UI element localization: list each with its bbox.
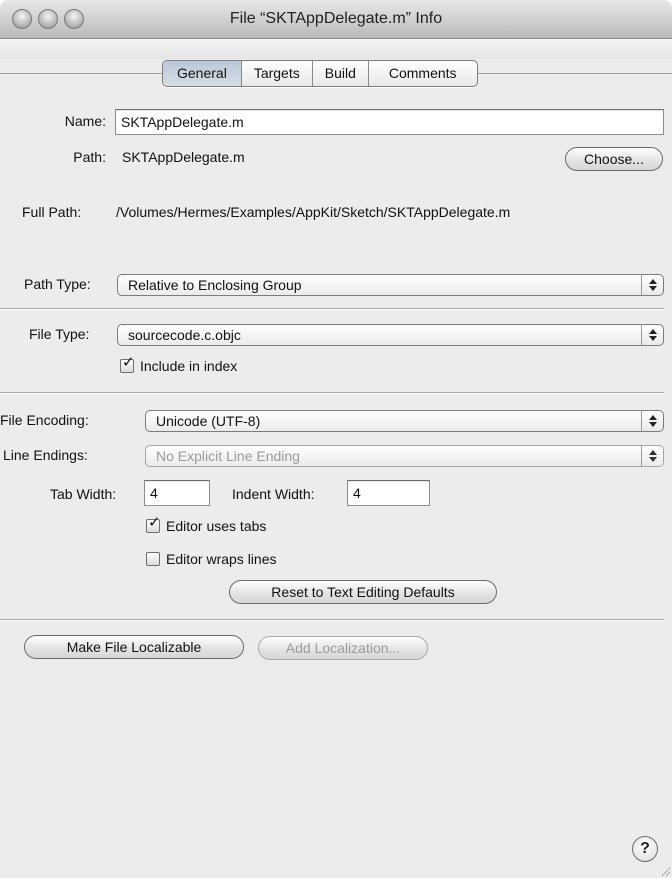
popup-arrows-icon [641, 324, 663, 346]
file-encoding-label: File Encoding: [0, 412, 89, 428]
popup-arrows-icon [641, 445, 663, 467]
reset-to-defaults-button[interactable]: Reset to Text Editing Defaults [229, 580, 497, 604]
tab-general[interactable]: General [163, 61, 242, 86]
file-encoding-value: Unicode (UTF-8) [156, 413, 261, 429]
indent-width-label: Indent Width: [232, 486, 315, 502]
include-in-index-checkbox[interactable]: ✓ [120, 354, 135, 373]
window-title: File “SKTAppDelegate.m” Info [229, 10, 443, 27]
include-in-index-row[interactable]: ✓ Include in index [120, 354, 238, 374]
tab-build[interactable]: Build [313, 61, 369, 86]
tab-width-field[interactable]: 4 [144, 480, 210, 506]
tab-bar: General Targets Build Comments [162, 60, 478, 87]
editor-wraps-lines-label: Editor wraps lines [166, 551, 277, 567]
full-path-value: /Volumes/Hermes/Examples/AppKit/Sketch/S… [116, 204, 511, 220]
editor-uses-tabs-checkbox[interactable]: ✓ [146, 514, 161, 533]
file-type-value: sourcecode.c.objc [128, 327, 241, 343]
editor-wraps-lines-checkbox[interactable] [146, 552, 160, 566]
include-in-index-label: Include in index [140, 358, 238, 374]
file-encoding-popup[interactable]: Unicode (UTF-8) [145, 410, 664, 432]
checkmark-icon: ✓ [122, 354, 135, 371]
popup-arrows-icon [641, 274, 663, 296]
info-window: File “SKTAppDelegate.m” Info General Tar… [0, 0, 672, 878]
separator [0, 619, 664, 621]
title-bar: File “SKTAppDelegate.m” Info [0, 0, 672, 39]
separator [0, 392, 664, 394]
path-type-value: Relative to Enclosing Group [128, 277, 302, 293]
full-path-label: Full Path: [22, 204, 82, 220]
tab-width-label: Tab Width: [50, 486, 117, 502]
editor-wraps-lines-row[interactable]: Editor wraps lines [146, 551, 277, 567]
path-type-label: Path Type: [24, 276, 91, 292]
separator [0, 308, 664, 310]
path-label: Path: [73, 149, 106, 165]
editor-uses-tabs-row[interactable]: ✓ Editor uses tabs [146, 514, 267, 534]
line-endings-label: Line Endings: [3, 447, 88, 463]
tab-targets[interactable]: Targets [242, 61, 313, 86]
line-endings-popup[interactable]: No Explicit Line Ending [145, 445, 664, 467]
name-field[interactable]: SKTAppDelegate.m [115, 109, 664, 135]
line-endings-value: No Explicit Line Ending [156, 448, 300, 464]
make-file-localizable-button[interactable]: Make File Localizable [24, 635, 244, 659]
choose-button[interactable]: Choose... [565, 147, 663, 171]
editor-uses-tabs-label: Editor uses tabs [166, 518, 267, 534]
toolbar-area [0, 39, 672, 59]
file-type-popup[interactable]: sourcecode.c.objc [117, 324, 664, 346]
add-localization-button[interactable]: Add Localization... [258, 636, 428, 660]
resize-grip-icon[interactable] [660, 866, 670, 876]
checkmark-icon: ✓ [148, 514, 161, 531]
path-type-popup[interactable]: Relative to Enclosing Group [117, 274, 664, 296]
name-label: Name: [64, 113, 106, 129]
tab-comments[interactable]: Comments [369, 61, 477, 86]
path-value: SKTAppDelegate.m [122, 149, 245, 165]
help-button[interactable]: ? [632, 836, 658, 862]
indent-width-field[interactable]: 4 [347, 480, 430, 506]
popup-arrows-icon [641, 410, 663, 432]
file-type-label: File Type: [29, 326, 90, 342]
